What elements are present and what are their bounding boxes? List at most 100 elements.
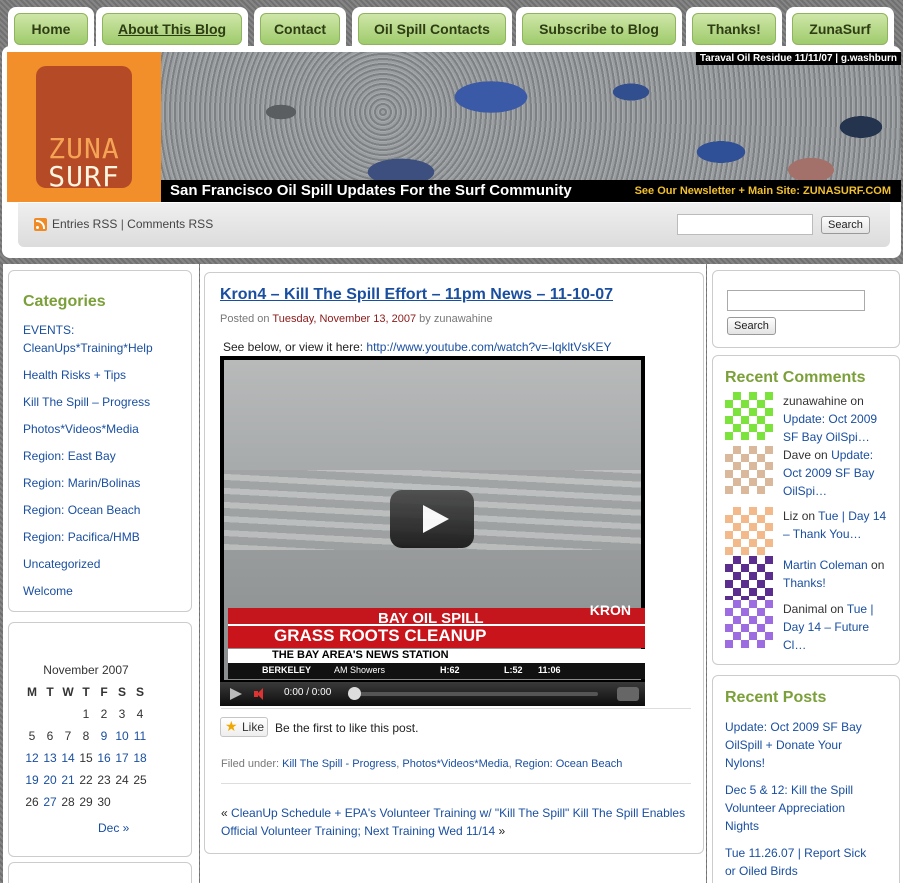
next-arrow: » <box>498 824 506 838</box>
calendar-day: 6 <box>46 729 54 743</box>
calendar-day: 11 <box>131 725 149 747</box>
comments-rss-link[interactable]: Comments RSS <box>127 217 213 231</box>
video-play-button[interactable] <box>390 490 474 548</box>
header-search-button[interactable]: Search <box>821 216 870 234</box>
calendar-day-link[interactable]: 11 <box>134 729 146 743</box>
youtube-link[interactable]: http://www.youtube.com/watch?v=-lqkltVsK… <box>366 340 611 354</box>
calendar-day <box>23 703 41 725</box>
calendar-day: 22 <box>79 773 93 787</box>
calendar-day-link[interactable]: 16 <box>97 751 110 765</box>
calendar-day-link[interactable]: 17 <box>115 751 128 765</box>
category-link[interactable]: Welcome <box>23 582 173 600</box>
newsletter-link[interactable]: See Our Newsletter + Main Site: ZUNASURF… <box>635 181 891 201</box>
calendar-day <box>59 703 77 725</box>
calendar-day: 20 <box>41 769 59 791</box>
comment-on: on <box>830 602 844 616</box>
calendar-day: 13 <box>41 747 59 769</box>
category-link[interactable]: Kill The Spill – Progress <box>23 393 173 411</box>
video-controls: 0:00 / 0:00 <box>220 682 645 706</box>
comment-author: Danimal <box>783 602 828 616</box>
recent-post-link[interactable]: Dec 5 & 12: Kill the Spill Volunteer App… <box>725 781 875 835</box>
logo-line2: SURF <box>48 160 120 193</box>
calendar-day-link[interactable]: 20 <box>43 773 56 787</box>
tab-subscribe-label: Subscribe to Blog <box>522 13 676 45</box>
video-player[interactable]: BAY OIL SPILL GRASS ROOTS CLEANUP THE BA… <box>220 356 645 706</box>
calendar-day-link[interactable]: 10 <box>115 729 128 743</box>
calendar-day-link[interactable]: 21 <box>61 773 74 787</box>
avatar[interactable] <box>725 556 773 604</box>
post-title[interactable]: Kron4 – Kill The Spill Effort – 11pm New… <box>220 286 613 304</box>
post-intro: See below, or view it here: http://www.y… <box>223 340 612 354</box>
comment-text: Liz on Tue | Day 14 – Thank You… <box>783 507 895 543</box>
comment-post-link[interactable]: Update: Oct 2009 SF Bay OilSpi… <box>783 412 877 444</box>
tab-thanks[interactable]: Thanks! <box>686 7 782 49</box>
prev-post-link[interactable]: CleanUp Schedule + EPA's Volunteer Train… <box>231 806 569 820</box>
calendar-day: 24 <box>115 773 129 787</box>
calendar-day: 7 <box>64 729 72 743</box>
calendar-day-header: T <box>82 685 90 699</box>
calendar-day-link[interactable]: 9 <box>101 729 108 743</box>
tab-about[interactable]: About This Blog <box>96 7 248 49</box>
comment-post-link[interactable]: Thanks! <box>783 576 826 590</box>
calendar-day-header: M <box>27 685 37 699</box>
sidebar-search-widget: Search <box>712 270 900 348</box>
tab-subscribe[interactable]: Subscribe to Blog <box>516 7 682 49</box>
filed-category-link[interactable]: Kill The Spill - Progress <box>282 758 396 770</box>
mute-icon[interactable] <box>254 688 266 700</box>
calendar-day: 29 <box>79 795 93 809</box>
avatar[interactable] <box>725 446 773 494</box>
tab-oil-spill-contacts[interactable]: Oil Spill Contacts <box>352 7 512 49</box>
category-link[interactable]: Region: Marin/Bolinas <box>23 474 173 492</box>
comment-author-link[interactable]: Martin Coleman <box>783 558 868 572</box>
video-scrubber[interactable] <box>348 687 361 700</box>
filed-category-link[interactable]: Photos*Videos*Media <box>402 758 508 770</box>
avatar[interactable] <box>725 392 773 440</box>
fullscreen-icon[interactable] <box>617 687 639 701</box>
tab-oil-spill-contacts-label: Oil Spill Contacts <box>358 13 506 45</box>
calendar-day-link[interactable]: 27 <box>43 795 56 809</box>
entries-rss-link[interactable]: Entries RSS <box>52 217 117 231</box>
calendar-day-link[interactable]: 14 <box>61 751 74 765</box>
tab-zunasurf[interactable]: ZunaSurf <box>786 7 894 49</box>
category-link[interactable]: EVENTS: CleanUps*Training*Help <box>23 321 173 357</box>
calendar-day-link[interactable]: 18 <box>133 751 146 765</box>
calendar-day-link[interactable]: 12 <box>25 751 38 765</box>
category-link[interactable]: Photos*Videos*Media <box>23 420 173 438</box>
calendar-caption: November 2007 <box>43 663 129 677</box>
calendar-day: 2 <box>100 707 108 721</box>
calendar-day-link[interactable]: 13 <box>43 751 56 765</box>
weather-lo: L:52 <box>504 665 523 675</box>
banner-caption-bar: San Francisco Oil Spill Updates For the … <box>161 180 901 202</box>
post-meta: Posted on Tuesday, November 13, 2007 by … <box>220 313 493 325</box>
tab-contact[interactable]: Contact <box>254 7 346 49</box>
calendar-day-link[interactable]: 19 <box>25 773 38 787</box>
category-link[interactable]: Uncategorized <box>23 555 173 573</box>
recent-posts-list: Update: Oct 2009 SF Bay OilSpill + Donat… <box>725 718 875 880</box>
recent-post-link[interactable]: Update: Oct 2009 SF Bay OilSpill + Donat… <box>725 718 875 772</box>
category-link[interactable]: Region: Pacifica/HMB <box>23 528 173 546</box>
calendar-day: 8 <box>82 729 90 743</box>
like-button-label: Like <box>242 720 265 734</box>
video-progress-track[interactable] <box>348 692 598 696</box>
calendar-day-header: W <box>62 685 74 699</box>
calendar-day: 16 <box>95 747 113 769</box>
site-logo[interactable]: ZUNA SURF <box>7 52 161 202</box>
star-icon: ★ <box>225 718 238 734</box>
category-link[interactable]: Health Risks + Tips <box>23 366 173 384</box>
filed-category-link[interactable]: Region: Ocean Beach <box>515 758 623 770</box>
comment-post-link[interactable]: Tue | Day 14 – Thank You… <box>783 509 886 541</box>
category-link[interactable]: Region: Ocean Beach <box>23 501 173 519</box>
recent-post-link[interactable]: Tue 11.26.07 | Report Sick or Oiled Bird… <box>725 844 875 880</box>
calendar-day: 23 <box>97 773 111 787</box>
sidebar-search-button[interactable]: Search <box>727 317 776 335</box>
calendar-day: 3 <box>118 707 126 721</box>
sidebar-search-input[interactable] <box>727 290 865 311</box>
play-icon[interactable] <box>230 688 242 700</box>
header-search-input[interactable] <box>677 214 813 235</box>
category-link[interactable]: Region: East Bay <box>23 447 173 465</box>
like-button[interactable]: ★ Like <box>220 717 268 737</box>
avatar[interactable] <box>725 600 773 648</box>
calendar-prev-link[interactable]: Dec » <box>98 821 129 835</box>
avatar[interactable] <box>725 507 773 555</box>
tab-home[interactable]: Home <box>8 7 94 49</box>
